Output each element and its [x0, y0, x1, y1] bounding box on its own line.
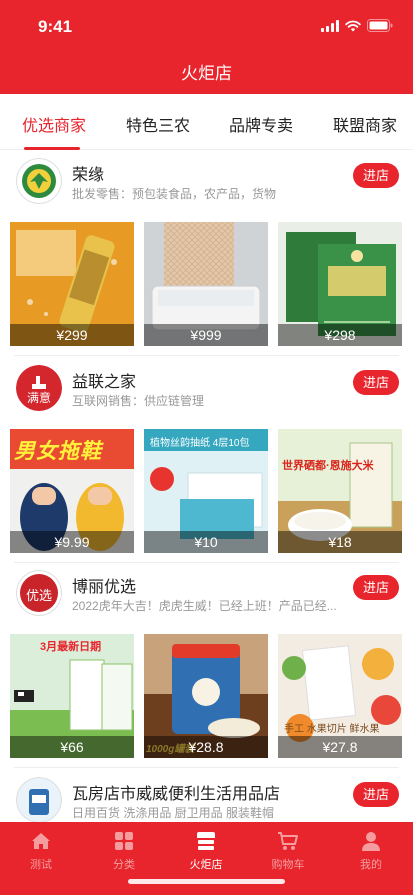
status-icons: [321, 19, 393, 32]
product-row: 3月最新日期 ¥66 1000g罐装 ¥28.8 手工 水果切片 鲜水果 ¥27…: [10, 634, 403, 758]
page-title: 火炬店: [181, 64, 232, 83]
divider: [14, 562, 399, 563]
shop-description: 2022虎年大吉！虎虎生威！已经上班！产品已经...: [72, 599, 337, 613]
shop-logo: [16, 777, 62, 823]
shop-logo: 优选: [16, 570, 62, 616]
product-tile[interactable]: 世界硒都·恩施大米 ¥18: [278, 429, 402, 553]
product-price: ¥999: [144, 324, 268, 346]
status-time: 9:41: [38, 17, 73, 36]
shop-name: 益联之家: [72, 374, 137, 391]
enter-store-button[interactable]: 进店: [353, 782, 399, 807]
home-icon: [32, 833, 50, 849]
bottom-nav-category[interactable]: 分类: [89, 830, 159, 872]
product-row: 男女拖鞋 ¥9.99 植物丝韵抽纸 4层10包 ¥10 世界硒都·恩施大米 ¥1…: [10, 429, 403, 553]
bottom-nav-label: 我的: [360, 859, 382, 871]
active-tab-indicator: [24, 147, 80, 150]
bottom-nav-mine[interactable]: 我的: [336, 830, 406, 872]
shop-description: 日用百货 洗涤用品 厨卫用品 服装鞋帽: [72, 806, 275, 820]
product-tile[interactable]: ¥299: [10, 222, 134, 346]
battery-icon: [367, 19, 393, 32]
product-image-text: 3月最新日期: [40, 641, 102, 653]
product-price: ¥18: [278, 531, 402, 553]
divider: [14, 355, 399, 356]
product-price: ¥299: [10, 324, 134, 346]
wifi-icon: [345, 20, 361, 32]
product-tile[interactable]: 植物丝韵抽纸 4层10包 ¥10: [144, 429, 268, 553]
product-price: ¥298: [278, 324, 402, 346]
product-tile[interactable]: ¥999: [144, 222, 268, 346]
product-price: ¥27.8: [278, 736, 402, 758]
bottom-nav-test[interactable]: 测试: [6, 830, 76, 872]
bottom-nav-label: 分类: [113, 859, 135, 871]
product-price: ¥10: [144, 531, 268, 553]
divider: [14, 767, 399, 768]
nav-bar: 火炬店: [0, 56, 413, 94]
category-tabs: 优选商家 特色三农 品牌专卖 联盟商家: [0, 94, 413, 150]
status-bar: 9:41: [0, 0, 413, 56]
tab-brand-stores[interactable]: 品牌专卖: [229, 112, 293, 136]
tab-preferred-merchants[interactable]: 优选商家: [22, 112, 86, 136]
enter-store-button[interactable]: 进店: [353, 163, 399, 188]
product-image-text: 男女拖鞋: [14, 440, 102, 463]
bottom-nav-label: 购物车: [271, 859, 305, 871]
enter-store-button[interactable]: 进店: [353, 370, 399, 395]
tab-alliance-merchants[interactable]: 联盟商家: [333, 112, 397, 136]
product-tile[interactable]: 1000g罐装 ¥28.8: [144, 634, 268, 758]
enter-store-button[interactable]: 进店: [353, 575, 399, 600]
shop-logo-text: 满意: [26, 391, 51, 405]
home-indicator: [128, 879, 285, 884]
signal-icon: [321, 19, 339, 32]
product-tile[interactable]: ¥298: [278, 222, 402, 346]
product-price: ¥66: [10, 736, 134, 758]
tab-specialty-agriculture[interactable]: 特色三农: [126, 112, 190, 136]
shop-name: 荣缘: [72, 167, 105, 184]
product-image-text: 世界硒都·恩施大米: [282, 460, 374, 472]
category-icon: [115, 832, 133, 850]
bottom-nav-cart[interactable]: 购物车: [253, 830, 323, 872]
shop-logo-text: 优选: [25, 588, 52, 603]
bottom-nav-label: 测试: [30, 859, 52, 871]
shop-logo: [16, 158, 62, 204]
product-tile[interactable]: 手工 水果切片 鲜水果 ¥27.8: [278, 634, 402, 758]
product-image-text: 植物丝韵抽纸 4层10包: [150, 438, 250, 449]
bottom-nav-torch-store[interactable]: 火炬店: [171, 830, 241, 872]
shop-logo: 满意: [16, 365, 62, 411]
shop-description: 互联网销售：供应链管理: [72, 394, 205, 408]
shop-description: 批发零售：预包装食品，农产品，货物: [72, 187, 277, 201]
bottom-nav: 测试 分类 火炬店 购物车 我的: [0, 822, 413, 895]
bottom-nav-label: 火炬店: [189, 859, 223, 871]
store-icon: [197, 832, 215, 850]
product-price: ¥9.99: [10, 531, 134, 553]
cart-icon: [278, 832, 298, 850]
product-price: ¥28.8: [144, 736, 268, 758]
product-tile[interactable]: 3月最新日期 ¥66: [10, 634, 134, 758]
product-row: ¥299 ¥999 ¥298: [10, 222, 403, 346]
product-tile[interactable]: 男女拖鞋 ¥9.99: [10, 429, 134, 553]
shop-name: 博丽优选: [72, 579, 137, 596]
product-image-text: 手工 水果切片 鲜水果: [284, 724, 380, 735]
shop-name: 瓦房店市威威便利生活用品店: [72, 786, 281, 803]
user-icon: [362, 832, 380, 851]
